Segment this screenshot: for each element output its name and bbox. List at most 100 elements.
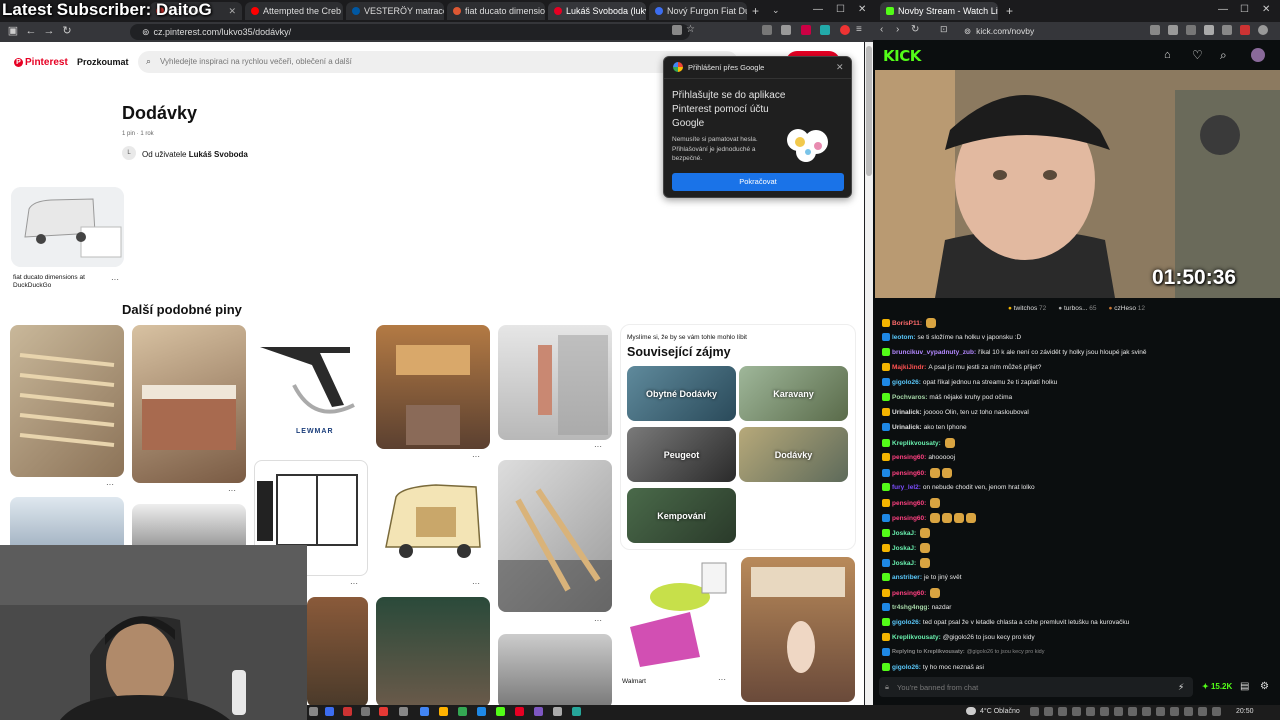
chat-username[interactable]: fury_lel2: bbox=[892, 484, 921, 491]
tab-2[interactable]: Attempted the Creb Track✕ bbox=[245, 2, 343, 20]
pin-van-ceiling[interactable] bbox=[498, 634, 612, 705]
minimize-icon[interactable]: — bbox=[813, 4, 823, 15]
gifter-3[interactable]: ● czHeso 12 bbox=[1109, 305, 1145, 312]
taskbar-app-icon[interactable] bbox=[309, 707, 318, 716]
minimize-icon[interactable]: — bbox=[1218, 4, 1228, 15]
pin-van-illustration[interactable] bbox=[376, 467, 490, 577]
scrollbar-thumb[interactable] bbox=[866, 46, 872, 176]
taskbar-app-icon[interactable] bbox=[420, 707, 429, 716]
pin-cup-holder[interactable] bbox=[620, 557, 732, 672]
chat-username[interactable]: JoskaJ: bbox=[892, 545, 916, 552]
forward-icon[interactable]: › bbox=[896, 24, 899, 35]
more-options-icon[interactable]: ··· bbox=[350, 579, 358, 588]
address-bar[interactable]: ⊚ cz.pinterest.com/lukvo35/dodávky/ bbox=[130, 24, 690, 40]
chat-username[interactable]: leotom: bbox=[892, 334, 915, 341]
sidebar-icon[interactable]: ▣ bbox=[6, 24, 20, 38]
gifter-2[interactable]: ● turbos... 65 bbox=[1058, 305, 1096, 312]
tray-icon[interactable] bbox=[1058, 707, 1067, 716]
chat-username[interactable]: JoskaJ: bbox=[892, 530, 916, 537]
taskbar-app-icon[interactable] bbox=[572, 707, 581, 716]
extension-icon[interactable] bbox=[840, 25, 850, 35]
emote-icon[interactable]: ⚡︎ bbox=[1178, 682, 1184, 693]
pin-van-living[interactable] bbox=[741, 557, 855, 702]
pin-lewmar[interactable]: LEWMAR bbox=[254, 325, 368, 440]
tray-icon[interactable] bbox=[1100, 707, 1109, 716]
profile-icon[interactable] bbox=[1258, 25, 1268, 35]
taskbar-app-icon[interactable] bbox=[496, 707, 505, 716]
chat-username[interactable]: bruncikuv_vypadnuty_zub: bbox=[892, 349, 976, 356]
board-owner[interactable]: Od uživatele Lukáš Svoboda bbox=[142, 150, 248, 159]
more-options-icon[interactable]: ··· bbox=[718, 675, 726, 684]
search-icon[interactable]: ⌕ bbox=[1220, 48, 1227, 63]
viewer-count[interactable]: ✦ 15.2K bbox=[1202, 682, 1232, 691]
more-options-icon[interactable]: ··· bbox=[228, 486, 236, 495]
extension-icon[interactable] bbox=[1168, 25, 1178, 35]
tray-icon[interactable] bbox=[1044, 707, 1053, 716]
maximize-icon[interactable]: ☐ bbox=[1240, 4, 1249, 15]
taskbar-app-icon[interactable] bbox=[458, 707, 467, 716]
chat-username[interactable]: anstriber: bbox=[892, 574, 922, 581]
chat-username[interactable]: Replying to Kreplikvousaty: bbox=[892, 649, 965, 655]
popup-close-icon[interactable]: ✕ bbox=[836, 62, 844, 73]
chat-username[interactable]: tr4shg4ngg: bbox=[892, 604, 930, 611]
pin-van-interior[interactable] bbox=[132, 325, 246, 483]
chat-username[interactable]: pensing60: bbox=[892, 470, 926, 477]
explore-link[interactable]: Prozkoumat bbox=[77, 57, 129, 67]
more-options-icon[interactable]: ··· bbox=[472, 452, 480, 461]
avatar[interactable]: L bbox=[122, 146, 136, 160]
extension-icon[interactable] bbox=[1222, 25, 1232, 35]
more-options-icon[interactable]: ··· bbox=[594, 442, 602, 451]
more-options-icon[interactable]: ··· bbox=[111, 275, 119, 284]
chat-username[interactable]: gigolo26: bbox=[892, 619, 921, 626]
chat-username[interactable]: pensing60: bbox=[892, 454, 926, 461]
interest-chip-karavany[interactable]: Karavany bbox=[739, 366, 848, 421]
new-tab-icon[interactable]: + bbox=[1006, 4, 1013, 18]
new-tab-icon[interactable]: + bbox=[752, 4, 759, 18]
chat-username[interactable]: Kreplikvousaty: bbox=[892, 634, 941, 641]
chat-username[interactable]: MajkiJindr: bbox=[892, 364, 926, 371]
taskbar-app-icon[interactable] bbox=[515, 707, 524, 716]
extension-icon[interactable] bbox=[1150, 25, 1160, 35]
chat-input[interactable]: 🔒︎ You're banned from chat bbox=[879, 677, 1193, 697]
back-icon[interactable]: ‹ bbox=[880, 24, 883, 35]
extension-icon[interactable] bbox=[1204, 25, 1214, 35]
heart-icon[interactable]: ♡ bbox=[1192, 48, 1203, 62]
kick-logo[interactable]: KICK bbox=[883, 47, 921, 65]
tray-icon[interactable] bbox=[1128, 707, 1137, 716]
extension-icon[interactable] bbox=[762, 25, 772, 35]
tray-icon[interactable] bbox=[1170, 707, 1179, 716]
gifter-1[interactable]: ● twitchos 72 bbox=[1008, 305, 1046, 312]
chat-rules-icon[interactable]: ▤ bbox=[1240, 681, 1249, 692]
taskbar-app-icon[interactable] bbox=[534, 707, 543, 716]
pin-fiat-ducato[interactable] bbox=[11, 187, 124, 267]
chat-username[interactable]: gigolo26: bbox=[892, 664, 921, 671]
taskbar-app-icon[interactable] bbox=[325, 707, 334, 716]
taskbar-app-icon[interactable] bbox=[399, 707, 408, 716]
interest-chip-peugeot[interactable]: Peugeot bbox=[627, 427, 736, 482]
reload-icon[interactable]: ↻ bbox=[60, 24, 74, 38]
bookmark-star-icon[interactable]: ☆ bbox=[686, 24, 695, 35]
continue-button[interactable]: Pokračovat bbox=[672, 173, 844, 191]
taskbar-app-icon[interactable] bbox=[379, 707, 388, 716]
tray-icon[interactable] bbox=[1086, 707, 1095, 716]
tray-icon[interactable] bbox=[1198, 707, 1207, 716]
pinterest-logo[interactable]: P Pinterest bbox=[14, 57, 68, 68]
taskbar-app-icon[interactable] bbox=[477, 707, 486, 716]
chat-username[interactable]: Pochvaros: bbox=[892, 394, 927, 401]
chat-username[interactable]: Kreplikvousaty: bbox=[892, 440, 941, 447]
tab-6[interactable]: Nový Furgon Fiat Ducato✕ bbox=[649, 2, 747, 20]
address-bar[interactable]: ⊚ kick.com/novby bbox=[958, 24, 1148, 38]
more-options-icon[interactable]: ··· bbox=[472, 579, 480, 588]
chat-username[interactable]: Urinalick: bbox=[892, 424, 922, 431]
pin-source-walmart[interactable]: Walmart bbox=[622, 678, 646, 685]
avatar[interactable] bbox=[1251, 48, 1265, 62]
pin-bed-frame[interactable] bbox=[10, 325, 124, 477]
chat-username[interactable]: JoskaJ: bbox=[892, 560, 916, 567]
install-icon[interactable] bbox=[672, 25, 682, 35]
chat-username[interactable]: pensing60: bbox=[892, 515, 926, 522]
close-tab-icon[interactable]: ✕ bbox=[228, 6, 236, 17]
taskbar-app-icon[interactable] bbox=[361, 707, 370, 716]
tab-3[interactable]: VESTERÖY matrace s taštič✕ bbox=[346, 2, 444, 20]
weather-text[interactable]: 4°C Oblačno bbox=[980, 708, 1020, 715]
extension-icon[interactable] bbox=[781, 25, 791, 35]
